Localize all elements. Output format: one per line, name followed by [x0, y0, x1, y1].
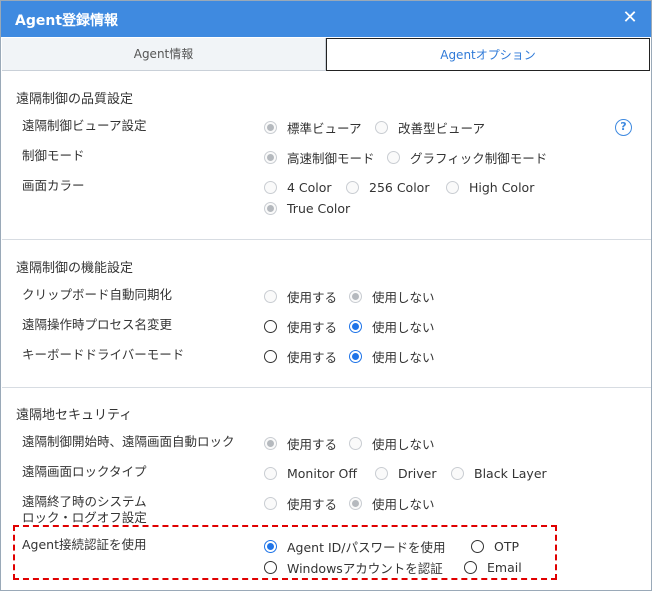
- radio-monitor-off[interactable]: Monitor Off: [264, 464, 357, 482]
- row-label-keyboard-driver: キーボードドライバーモード: [22, 347, 185, 362]
- section-title-functions: 遠隔制御の機能設定: [16, 261, 134, 276]
- radio-icon: [349, 496, 362, 510]
- radio-icon: [264, 349, 277, 363]
- agent-registration-dialog: Agent登録情報 ✕ Agent情報 Agentオプション 遠隔制御の品質設定…: [0, 0, 652, 591]
- radio-keyboard-use[interactable]: 使用する: [264, 347, 337, 365]
- radio-icon: [264, 201, 277, 215]
- radio-icon: [264, 180, 277, 194]
- radio-icon: [387, 150, 400, 164]
- section-title-security: 遠隔地セキュリティ: [16, 408, 133, 423]
- radio-icon: [264, 539, 277, 553]
- radio-icon: [264, 319, 277, 333]
- row-label-auto-lock: 遠隔制御開始時、遠隔画面自動ロック: [22, 434, 235, 449]
- radio-icon: [264, 120, 277, 134]
- row-label-viewer: 遠隔制御ビューア設定: [22, 118, 147, 133]
- radio-graphic-control[interactable]: グラフィック制御モード: [387, 148, 547, 166]
- tab-agent-options[interactable]: Agentオプション: [326, 38, 650, 71]
- radio-otp[interactable]: OTP: [471, 537, 519, 555]
- radio-improved-viewer[interactable]: 改善型ビューア: [375, 118, 485, 136]
- section-divider: [2, 387, 651, 388]
- row-label-process-name: 遠隔操作時プロセス名変更: [22, 317, 173, 332]
- radio-autolock-use[interactable]: 使用する: [264, 434, 337, 452]
- row-label-control-mode: 制御モード: [22, 148, 85, 163]
- radio-autolock-nouse[interactable]: 使用しない: [349, 434, 435, 452]
- radio-icon: [471, 539, 484, 553]
- radio-icon: [264, 560, 277, 574]
- radio-icon: [349, 436, 362, 450]
- radio-4-color[interactable]: 4 Color: [264, 178, 332, 196]
- row-label-screen-color: 画面カラー: [22, 178, 85, 193]
- radio-icon: [264, 496, 277, 510]
- radio-black-layer[interactable]: Black Layer: [451, 464, 547, 482]
- row-label-connection-auth: Agent接続認証を使用: [22, 537, 147, 552]
- radio-keyboard-nouse[interactable]: 使用しない: [349, 347, 435, 365]
- radio-icon: [264, 436, 277, 450]
- radio-icon: [349, 319, 362, 333]
- question-circle-icon[interactable]: ?: [615, 119, 632, 136]
- radio-icon: [264, 466, 277, 480]
- radio-high-color[interactable]: High Color: [446, 178, 534, 196]
- radio-exitlock-nouse[interactable]: 使用しない: [349, 494, 435, 512]
- row-label-lock-type: 遠隔画面ロックタイプ: [22, 464, 147, 479]
- radio-icon: [464, 560, 477, 574]
- row-label-exit-system: 遠隔終了時のシステム: [22, 494, 147, 509]
- radio-icon: [264, 289, 277, 303]
- radio-exitlock-use[interactable]: 使用する: [264, 494, 337, 512]
- dialog-titlebar: Agent登録情報 ✕: [1, 1, 651, 37]
- radio-process-nouse[interactable]: 使用しない: [349, 317, 435, 335]
- radio-process-use[interactable]: 使用する: [264, 317, 337, 335]
- radio-clipboard-nouse[interactable]: 使用しない: [349, 287, 435, 305]
- radio-email[interactable]: Email: [464, 558, 522, 576]
- radio-icon: [349, 289, 362, 303]
- tab-bar: Agent情報 Agentオプション: [1, 38, 651, 71]
- radio-standard-viewer[interactable]: 標準ビューア: [264, 118, 362, 136]
- row-label-exit-logoff: ロック・ログオフ設定: [22, 510, 147, 525]
- close-icon[interactable]: ✕: [619, 7, 641, 29]
- section-divider: [2, 239, 651, 240]
- radio-icon: [375, 120, 388, 134]
- row-label-clipboard: クリップボード自動同期化: [22, 287, 173, 302]
- tab-agent-info[interactable]: Agent情報: [2, 38, 326, 71]
- dialog-title: Agent登録情報: [15, 13, 119, 29]
- section-title-quality: 遠隔制御の品質設定: [16, 92, 134, 107]
- radio-icon: [349, 349, 362, 363]
- radio-icon: [375, 466, 388, 480]
- radio-icon: [264, 150, 277, 164]
- radio-agent-id-password[interactable]: Agent ID/パスワードを使用: [264, 537, 446, 555]
- radio-driver[interactable]: Driver: [375, 464, 436, 482]
- radio-windows-account[interactable]: Windowsアカウントを認証: [264, 558, 443, 576]
- radio-clipboard-use[interactable]: 使用する: [264, 287, 337, 305]
- radio-true-color[interactable]: True Color: [264, 199, 350, 217]
- radio-icon: [346, 180, 359, 194]
- radio-fast-control[interactable]: 高速制御モード: [264, 148, 375, 166]
- radio-icon: [446, 180, 459, 194]
- radio-256-color[interactable]: 256 Color: [346, 178, 429, 196]
- radio-icon: [451, 466, 464, 480]
